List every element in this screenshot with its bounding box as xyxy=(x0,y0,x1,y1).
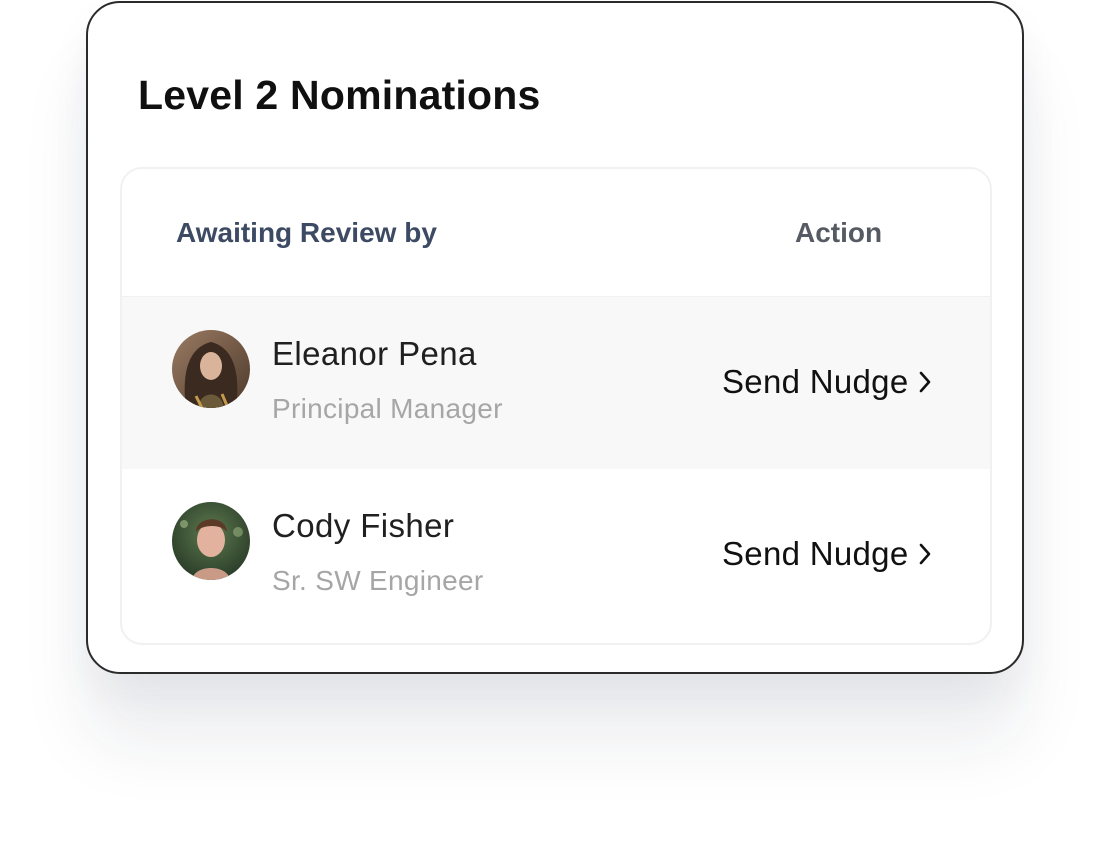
reviewer-role: Principal Manager xyxy=(272,393,503,424)
send-nudge-label: Send Nudge xyxy=(722,363,909,400)
avatar xyxy=(172,502,250,580)
send-nudge-button[interactable]: Send Nudge xyxy=(722,363,932,401)
table-header: Awaiting Review by Action xyxy=(122,169,990,297)
avatar xyxy=(172,330,250,408)
chevron-right-icon xyxy=(918,542,932,566)
card-title: Level 2 Nominations xyxy=(138,72,541,118)
reviewer-role: Sr. SW Engineer xyxy=(272,565,484,596)
reviewer-name: Cody Fisher xyxy=(272,507,455,544)
nominations-card: Level 2 Nominations Awaiting Review by A… xyxy=(86,1,1024,674)
column-header-action: Action xyxy=(795,217,883,248)
man-photo-avatar xyxy=(172,502,250,580)
nominations-table: Awaiting Review by Action Eleanor Pena P… xyxy=(120,167,992,645)
page: Level 2 Nominations Awaiting Review by A… xyxy=(0,0,1106,842)
send-nudge-label: Send Nudge xyxy=(722,535,909,572)
table-row: Cody Fisher Sr. SW Engineer Send Nudge xyxy=(122,469,990,641)
chevron-right-icon xyxy=(918,370,932,394)
column-header-awaiting-review: Awaiting Review by xyxy=(176,217,437,248)
send-nudge-button[interactable]: Send Nudge xyxy=(722,535,932,573)
table-row: Eleanor Pena Principal Manager Send Nudg… xyxy=(122,297,990,469)
reviewer-name: Eleanor Pena xyxy=(272,335,477,372)
woman-photo-avatar xyxy=(172,330,250,408)
